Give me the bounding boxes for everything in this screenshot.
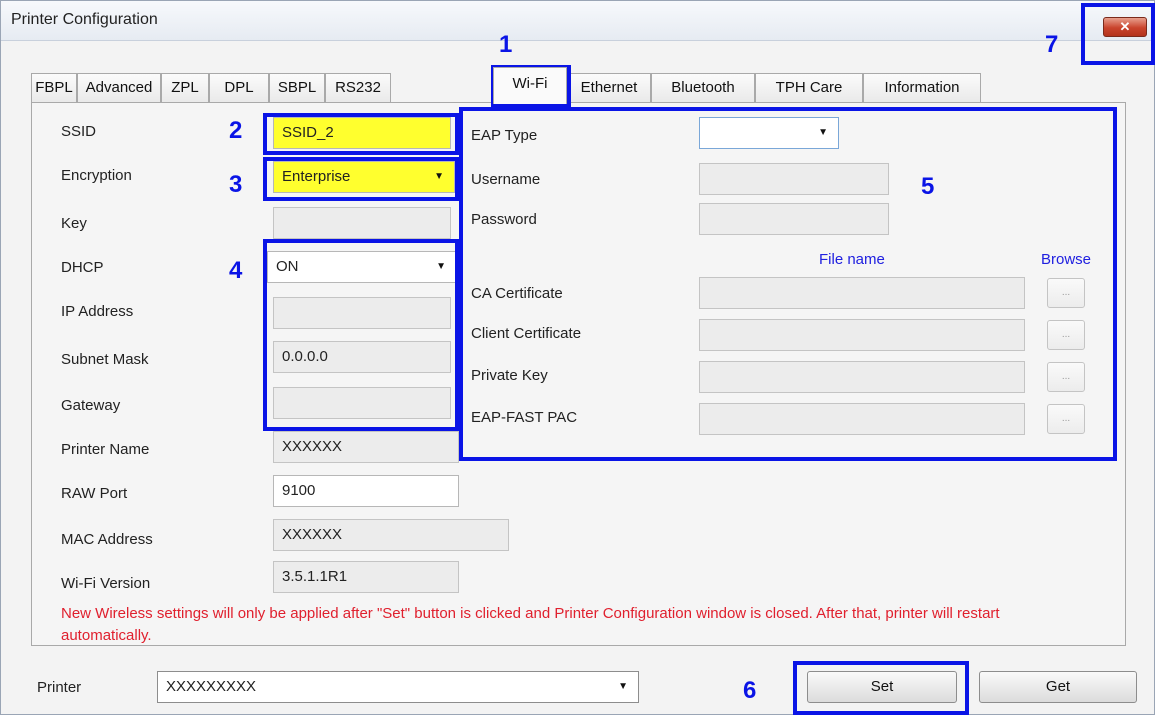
callout-number-7: 7 bbox=[1045, 31, 1059, 58]
chevron-down-icon: ▼ bbox=[618, 681, 628, 692]
eap-type-label: EAP Type bbox=[471, 127, 538, 144]
dhcp-label: DHCP bbox=[61, 259, 104, 276]
ip-address-input[interactable] bbox=[273, 297, 451, 329]
file-name-header: File name bbox=[819, 251, 885, 268]
tab-sbpl[interactable]: SBPL bbox=[269, 73, 325, 103]
dhcp-value: ON bbox=[276, 258, 299, 275]
tab-fbpl[interactable]: FBPL bbox=[31, 73, 77, 103]
gateway-input[interactable] bbox=[273, 387, 451, 419]
callout-number-6: 6 bbox=[743, 677, 757, 704]
username-input[interactable] bbox=[699, 163, 889, 195]
subnet-mask-label: Subnet Mask bbox=[61, 351, 149, 368]
private-key-browse-button[interactable]: ... bbox=[1047, 362, 1085, 392]
encryption-value: Enterprise bbox=[282, 168, 351, 185]
encryption-select[interactable]: Enterprise ▼ bbox=[273, 161, 455, 193]
tab-tph-care[interactable]: TPH Care bbox=[755, 73, 863, 103]
ca-certificate-browse-button[interactable]: ... bbox=[1047, 278, 1085, 308]
eap-fast-pac-label: EAP-FAST PAC bbox=[471, 409, 578, 426]
raw-port-input[interactable]: 9100 bbox=[273, 475, 459, 507]
eap-type-select[interactable]: ▼ bbox=[699, 117, 839, 149]
mac-address-label: MAC Address bbox=[61, 531, 153, 548]
chevron-down-icon: ▼ bbox=[818, 127, 828, 138]
wireless-notice: New Wireless settings will only be appli… bbox=[61, 605, 1000, 644]
callout-number-1: 1 bbox=[499, 31, 513, 58]
client-certificate-input[interactable] bbox=[699, 319, 1025, 351]
ip-address-label: IP Address bbox=[61, 303, 134, 320]
tab-ethernet[interactable]: Ethernet bbox=[567, 73, 651, 103]
printer-select[interactable]: XXXXXXXXX ▼ bbox=[157, 671, 639, 703]
printer-name-label: Printer Name bbox=[61, 441, 150, 458]
client-certificate-browse-button[interactable]: ... bbox=[1047, 320, 1085, 350]
mac-address-field: XXXXXX bbox=[273, 519, 509, 551]
get-button[interactable]: Get bbox=[979, 671, 1137, 703]
window-title: Printer Configuration bbox=[11, 11, 158, 28]
username-label: Username bbox=[471, 171, 541, 188]
eap-fast-pac-browse-button[interactable]: ... bbox=[1047, 404, 1085, 434]
key-input[interactable] bbox=[273, 207, 451, 239]
chevron-down-icon: ▼ bbox=[436, 261, 446, 272]
tab-bluetooth[interactable]: Bluetooth bbox=[651, 73, 755, 103]
encryption-label: Encryption bbox=[61, 167, 132, 184]
callout-number-4: 4 bbox=[229, 257, 243, 284]
set-button[interactable]: Set bbox=[807, 671, 957, 703]
browse-header: Browse bbox=[1041, 251, 1092, 268]
callout-number-3: 3 bbox=[229, 171, 243, 198]
callout-number-5: 5 bbox=[921, 173, 935, 200]
key-label: Key bbox=[61, 215, 87, 232]
wifi-version-label: Wi-Fi Version bbox=[61, 575, 151, 592]
close-button[interactable]: ✕ bbox=[1103, 17, 1147, 37]
private-key-input[interactable] bbox=[699, 361, 1025, 393]
tab-dpl[interactable]: DPL bbox=[209, 73, 269, 103]
tab-information[interactable]: Information bbox=[863, 73, 981, 103]
printer-value: XXXXXXXXX bbox=[166, 678, 257, 695]
ca-certificate-label: CA Certificate bbox=[471, 285, 563, 302]
client-certificate-label: Client Certificate bbox=[471, 325, 582, 342]
eap-fast-pac-input[interactable] bbox=[699, 403, 1025, 435]
tab-zpl[interactable]: ZPL bbox=[161, 73, 209, 103]
tab-advanced[interactable]: Advanced bbox=[77, 73, 161, 103]
ssid-input[interactable]: SSID_2 bbox=[273, 117, 451, 149]
raw-port-label: RAW Port bbox=[61, 485, 128, 502]
printer-name-input[interactable]: XXXXXX bbox=[273, 431, 459, 463]
gateway-label: Gateway bbox=[61, 397, 121, 414]
private-key-label: Private Key bbox=[471, 367, 548, 384]
callout-number-2: 2 bbox=[229, 117, 243, 144]
title-bar: Printer Configuration ✕ bbox=[1, 1, 1154, 41]
wifi-version-field: 3.5.1.1R1 bbox=[273, 561, 459, 593]
password-input[interactable] bbox=[699, 203, 889, 235]
chevron-down-icon: ▼ bbox=[434, 171, 444, 182]
printer-label: Printer bbox=[37, 679, 82, 696]
password-label: Password bbox=[471, 211, 537, 228]
tab-wifi[interactable]: Wi-Fi bbox=[493, 67, 567, 104]
printer-configuration-window: Printer Configuration ✕ FBPL Advanced ZP… bbox=[0, 0, 1155, 715]
dhcp-select[interactable]: ON ▼ bbox=[267, 251, 457, 283]
subnet-mask-input[interactable]: 0.0.0.0 bbox=[273, 341, 451, 373]
ca-certificate-input[interactable] bbox=[699, 277, 1025, 309]
tab-rs232[interactable]: RS232 bbox=[325, 73, 391, 103]
ssid-label: SSID bbox=[61, 123, 97, 140]
